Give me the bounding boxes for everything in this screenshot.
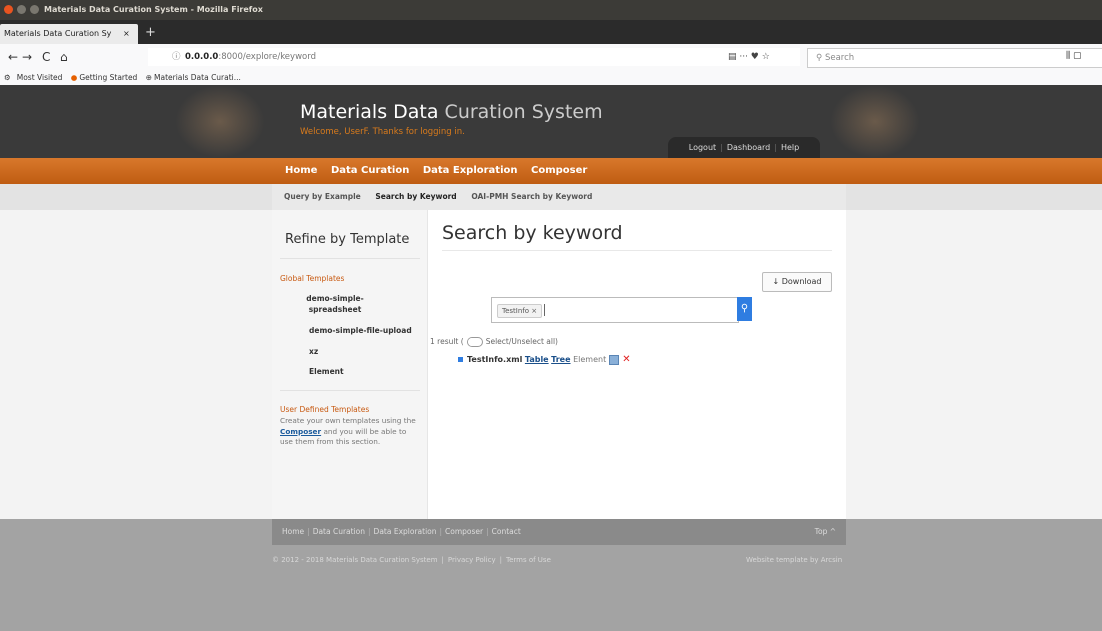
welcome-message: Welcome, UserF. Thanks for logging in. (300, 127, 465, 137)
site-header: Materials Data Curation System Welcome, … (0, 85, 1102, 158)
subnav-query-by-example[interactable]: Query by Example (284, 192, 361, 201)
main-panel: Search by keyword ↓ Download TestInfo × … (428, 210, 846, 519)
select-all-label: Select/Unselect all) (485, 337, 558, 346)
globe-icon: ⊕ (145, 73, 153, 82)
help-link[interactable]: Help (781, 143, 799, 152)
url-host: 0.0.0.0 (185, 52, 219, 62)
tree-link[interactable]: Tree (551, 355, 570, 364)
gear-icon: ⚙ (4, 73, 11, 82)
nav-composer[interactable]: Composer (531, 165, 587, 176)
nav-toolbar: ← → C ⌂ ⓘ 0.0.0.0:8000/explore/keyword ▤… (0, 44, 1102, 73)
nav-data-exploration[interactable]: Data Exploration (423, 165, 518, 176)
bookmark-materials[interactable]: Materials Data Curati... (154, 73, 241, 82)
tab-strip: Materials Data Curation Sy × + (0, 20, 1102, 44)
new-tab-button[interactable]: + (145, 24, 156, 42)
bookmark-getting-started[interactable]: Getting Started (79, 73, 137, 82)
composer-link[interactable]: Composer (280, 427, 321, 436)
url-bar-container: ⓘ 0.0.0.0:8000/explore/keyword ▤ ··· ♥ ☆… (148, 48, 1102, 68)
search-icon: ⚲ (816, 53, 825, 63)
minimize-window-button[interactable] (17, 5, 26, 14)
delete-icon[interactable]: ✕ (622, 354, 630, 365)
site-info-icon[interactable]: ⓘ (172, 48, 181, 66)
reload-icon[interactable]: C (42, 50, 50, 64)
logout-link[interactable]: Logout (689, 143, 716, 152)
template-item[interactable]: Element (309, 367, 344, 376)
browser-tab[interactable]: Materials Data Curation Sy × (0, 24, 138, 44)
window-titlebar: Materials Data Curation System - Mozilla… (0, 0, 1102, 20)
site-footer: Home | Data Curation | Data Exploration | Comp… (0, 519, 1102, 631)
permalink-icon[interactable] (609, 354, 620, 365)
footer-link-data-exploration[interactable]: Data Exploration (374, 527, 437, 536)
user-templates-text: Create your own templates using the Comp… (280, 416, 416, 446)
footer-link-contact[interactable]: Contact (492, 527, 521, 536)
global-templates-heading: Global Templates (280, 274, 345, 283)
url-path: :8000/explore/keyword (218, 52, 316, 62)
firefox-icon: ● (70, 73, 78, 82)
template-credit: Website template by Arcsin (746, 556, 843, 564)
page-actions-icons[interactable]: ▤ ··· ♥ ☆ (728, 48, 770, 66)
user-nav: Logout | Dashboard | Help (668, 137, 820, 158)
footer-link-home[interactable]: Home (282, 527, 304, 536)
keyword-chip[interactable]: TestInfo × (497, 304, 543, 318)
browser-search-field[interactable]: ⚲ Search (807, 48, 1102, 68)
maximize-window-button[interactable] (30, 5, 39, 14)
forward-icon[interactable]: → (22, 50, 32, 64)
privacy-link[interactable]: Privacy Policy (448, 556, 496, 564)
table-link[interactable]: Table (525, 355, 549, 364)
close-window-button[interactable] (4, 5, 13, 14)
expand-icon[interactable] (458, 357, 463, 362)
bookmark-most-visited[interactable]: Most Visited (17, 73, 63, 82)
content-panel: Refine by Template Global Templates demo… (272, 210, 846, 519)
search-icon[interactable]: ⚲ (737, 297, 752, 321)
sidebar-title: Refine by Template (285, 232, 410, 247)
site-title: Materials Data Curation System (300, 101, 603, 123)
select-all-toggle[interactable] (466, 337, 483, 347)
bookmarks-toolbar: ⚙ Most Visited ● Getting Started ⊕ Material… (0, 72, 1102, 86)
subnav-oai-pmh[interactable]: OAI-PMH Search by Keyword (471, 192, 592, 201)
library-sidebar-icons[interactable]: ⫼ ▢ (1066, 51, 1082, 61)
template-item[interactable]: xz (309, 347, 318, 356)
result-row: TestInfo.xml Table Tree Element ✕ (458, 354, 631, 365)
dashboard-link[interactable]: Dashboard (727, 143, 770, 152)
nav-data-curation[interactable]: Data Curation (331, 165, 409, 176)
home-icon[interactable]: ⌂ (60, 50, 68, 64)
page-title: Search by keyword (442, 222, 623, 244)
refine-sidebar: Refine by Template Global Templates demo… (272, 210, 428, 519)
sub-nav: Query by Example Search by Keyword OAI-P… (0, 184, 1102, 210)
nav-home[interactable]: Home (285, 165, 317, 176)
url-field[interactable]: ⓘ 0.0.0.0:8000/explore/keyword ▤ ··· ♥ ☆ (148, 48, 800, 66)
footer-nav: Home | Data Curation | Data Exploration | Comp… (272, 519, 846, 545)
keyword-input[interactable]: TestInfo × (491, 297, 739, 323)
window-title: Materials Data Curation System - Mozilla… (44, 5, 263, 14)
terms-link[interactable]: Terms of Use (506, 556, 551, 564)
subnav-search-by-keyword[interactable]: Search by Keyword (375, 192, 456, 201)
template-item[interactable]: demo-simple-spreadsheet (280, 293, 390, 315)
element-label: Element (573, 355, 607, 364)
back-icon[interactable]: ← (8, 50, 18, 64)
download-button[interactable]: ↓ Download (762, 272, 832, 292)
result-filename: TestInfo.xml (467, 355, 523, 364)
main-nav: Home Data Curation Data Exploration Comp… (0, 158, 1102, 184)
user-templates-heading: User Defined Templates (280, 405, 370, 414)
result-summary: 1 result (Select/Unselect all) (430, 337, 558, 347)
tab-close-icon[interactable]: × (123, 24, 130, 44)
back-to-top-link[interactable]: Top ^ (815, 519, 836, 545)
footer-link-composer[interactable]: Composer (445, 527, 483, 536)
search-placeholder: Search (824, 53, 855, 63)
copyright: © 2012 - 2018 Materials Data Curation Sy… (272, 556, 551, 564)
tab-title: Materials Data Curation Sy (4, 29, 112, 38)
template-item[interactable]: demo-simple-file-upload (309, 326, 412, 335)
footer-link-data-curation[interactable]: Data Curation (313, 527, 365, 536)
